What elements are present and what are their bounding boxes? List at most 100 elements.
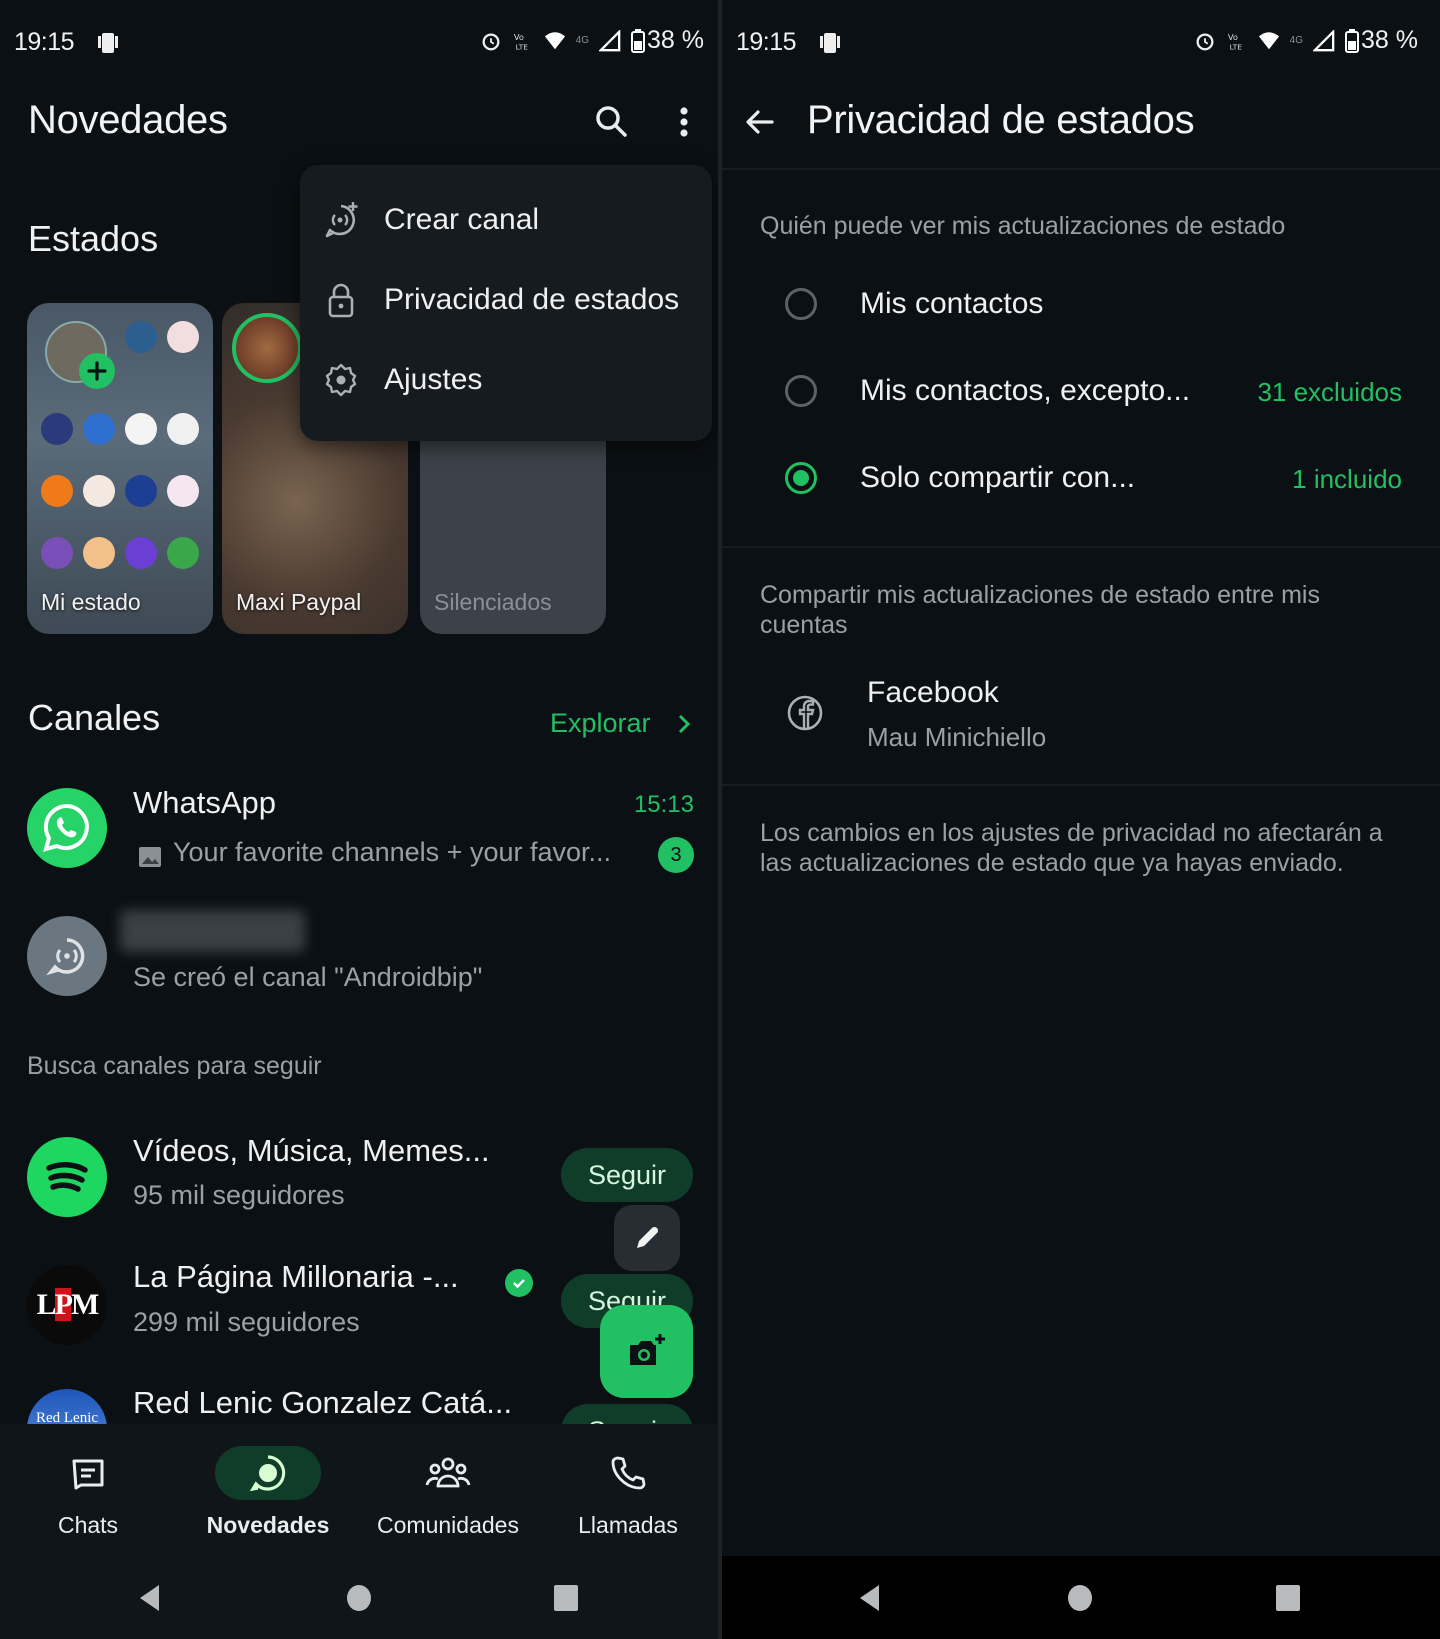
whatsapp-logo-icon xyxy=(43,803,89,852)
plus-icon xyxy=(87,361,107,381)
radio-button[interactable] xyxy=(785,288,817,320)
my-status-card[interactable]: Mi estado xyxy=(27,303,213,634)
canales-title: Canales xyxy=(28,697,161,738)
add-status-button[interactable] xyxy=(79,353,115,389)
back-triangle-icon xyxy=(140,1585,159,1611)
search-button[interactable] xyxy=(592,102,632,142)
section-divider xyxy=(722,784,1440,786)
privacy-option-only-share-with[interactable]: Solo compartir con... 1 incluido xyxy=(722,444,1440,516)
who-can-see-label: Quién puede ver mis actualizaciones de e… xyxy=(760,212,1286,240)
privacy-option-contacts-except[interactable]: Mis contactos, excepto... 31 excluidos xyxy=(722,357,1440,429)
nav-label: Chats xyxy=(57,1512,119,1538)
nav-tab-comunidades[interactable]: Comunidades xyxy=(358,1424,538,1556)
volte-icon: VoLTE xyxy=(514,32,528,51)
battery-level: 38 % xyxy=(647,26,704,54)
verified-icon xyxy=(505,1269,533,1297)
signal-icon xyxy=(1313,29,1335,51)
status-time: 19:15 xyxy=(14,28,75,56)
more-vert-icon xyxy=(680,107,688,137)
radio-button-selected[interactable] xyxy=(785,462,817,494)
estados-title: Estados xyxy=(28,218,159,259)
channel-preview: Se creó el canal "Androidbip" xyxy=(133,962,483,992)
channel-name: Vídeos, Música, Memes... xyxy=(133,1133,490,1168)
chevron-right-icon xyxy=(678,714,690,733)
channel-followers: 299 mil seguidores xyxy=(133,1307,360,1337)
menu-item-label: Crear canal xyxy=(384,203,540,236)
recents-button[interactable] xyxy=(553,1583,579,1618)
image-icon xyxy=(138,845,162,874)
channel-name: Red Lenic Gonzalez Catá... xyxy=(133,1385,513,1420)
wifi-icon xyxy=(1258,31,1279,49)
overflow-menu: Crear canal Privacidad de estados Ajuste… xyxy=(300,165,712,441)
status-card-label: Maxi Paypal xyxy=(236,589,362,615)
back-button[interactable] xyxy=(137,1583,163,1618)
phone-icon xyxy=(575,1446,681,1500)
privacy-footer-note: Los cambios en los ajustes de privacidad… xyxy=(760,819,1383,877)
battery-icon xyxy=(1345,28,1360,53)
back-button[interactable] xyxy=(857,1583,883,1618)
text-status-button[interactable] xyxy=(614,1205,680,1271)
back-triangle-icon xyxy=(860,1585,879,1611)
camera-status-button[interactable] xyxy=(600,1305,693,1398)
channel-row-whatsapp[interactable]: WhatsApp 15:13 Your favorite channels + … xyxy=(0,775,718,887)
bottom-navigation: Chats Novedades Comunidades Llamadas xyxy=(0,1424,718,1556)
status-icons: Vo LTE 4G 38 % xyxy=(480,26,704,55)
network-type: 4G xyxy=(1289,34,1304,46)
follow-button[interactable]: Seguir xyxy=(561,1404,693,1424)
screen-mirror-icon xyxy=(817,30,843,61)
lock-icon xyxy=(320,279,362,321)
option-label: Solo compartir con... xyxy=(860,461,1136,494)
suggest-title: Busca canales para seguir xyxy=(27,1052,322,1080)
facebook-account-row[interactable]: Facebook Mau Minichiello xyxy=(722,664,1440,764)
option-label: Mis contactos xyxy=(860,287,1044,320)
more-options-button[interactable] xyxy=(670,102,698,142)
lpm-avatar: LPM xyxy=(27,1265,107,1345)
suggested-channel-row[interactable]: Vídeos, Música, Memes... 95 mil seguidor… xyxy=(0,1130,718,1242)
updates-icon xyxy=(215,1446,321,1500)
radio-button[interactable] xyxy=(785,375,817,407)
home-circle-icon xyxy=(1068,1585,1092,1611)
account-name: Mau Minichiello xyxy=(867,722,1047,752)
channel-preview: Your favorite channels + your favor... xyxy=(173,837,612,867)
communities-icon xyxy=(395,1446,501,1500)
option-label: Mis contactos, excepto... xyxy=(860,374,1191,407)
nav-tab-novedades[interactable]: Novedades xyxy=(178,1424,358,1556)
recents-button[interactable] xyxy=(1275,1583,1301,1618)
page-title: Novedades xyxy=(28,98,228,142)
menu-item-label: Ajustes xyxy=(384,363,483,396)
nav-tab-llamadas[interactable]: Llamadas xyxy=(538,1424,718,1556)
status-card-label: Silenciados xyxy=(434,589,552,615)
follow-button[interactable]: Seguir xyxy=(561,1148,693,1202)
menu-item-status-privacy[interactable]: Privacidad de estados xyxy=(300,265,712,335)
status-privacy-screen: 19:15 Vo LTE 4G 38 % Privacidad de estado… xyxy=(722,0,1440,1639)
channel-row-own[interactable]: Se creó el canal "Androidbip" xyxy=(0,900,718,1012)
section-divider xyxy=(722,546,1440,548)
nav-tab-chats[interactable]: Chats xyxy=(0,1424,178,1556)
privacy-option-my-contacts[interactable]: Mis contactos xyxy=(722,270,1440,342)
status-icons: Vo LTE 4G 38 % xyxy=(1194,26,1418,55)
nav-label: Comunidades xyxy=(377,1512,519,1538)
explore-label: Explorar xyxy=(550,708,651,738)
status-time: 19:15 xyxy=(736,28,797,56)
menu-item-settings[interactable]: Ajustes xyxy=(300,345,712,415)
back-arrow-button[interactable] xyxy=(742,104,782,144)
channel-name: La Página Millonaria -... xyxy=(133,1259,459,1294)
svg-text:LTE: LTE xyxy=(1229,42,1242,51)
channel-time: 15:13 xyxy=(633,791,694,818)
network-type: 4G xyxy=(575,34,590,46)
lpm-logo-icon: LPM xyxy=(36,1288,99,1321)
excluded-count: 31 excluidos xyxy=(1257,377,1402,407)
system-navigation-bar xyxy=(722,1556,1440,1639)
nav-label: Novedades xyxy=(206,1512,330,1538)
alarm-icon xyxy=(1196,32,1214,50)
home-button[interactable] xyxy=(1067,1583,1093,1618)
alarm-icon xyxy=(482,32,500,50)
red-lenic-logo-icon: Red Lenic xyxy=(35,1409,99,1425)
battery-level: 38 % xyxy=(1361,26,1418,54)
explore-channels-link[interactable]: Explorar xyxy=(550,708,691,739)
menu-item-create-channel[interactable]: Crear canal xyxy=(300,185,712,255)
channel-avatar xyxy=(27,916,107,996)
status-thumbnail xyxy=(41,321,201,569)
header-divider xyxy=(722,168,1440,170)
home-button[interactable] xyxy=(346,1583,372,1618)
